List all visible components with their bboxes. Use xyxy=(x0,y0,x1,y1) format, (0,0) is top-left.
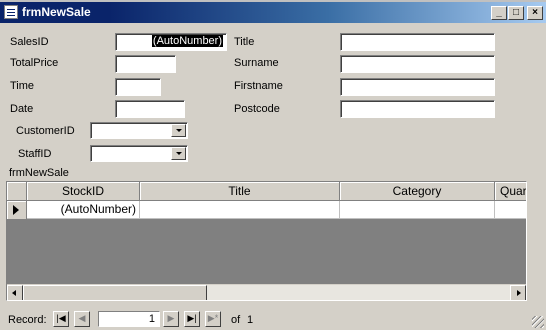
customerid-label: CustomerID xyxy=(16,125,75,137)
title-field[interactable] xyxy=(340,33,495,51)
subform-datasheet[interactable]: StockID Title Category Quar (AutoNumber) xyxy=(6,181,527,301)
staffid-label: StaffID xyxy=(18,148,52,160)
column-header-quantity[interactable]: Quar xyxy=(495,182,526,201)
time-label: Time xyxy=(10,80,35,92)
postcode-label: Postcode xyxy=(234,103,280,115)
record-navigation: Record: |◀ ◀ 1 ▶ ▶| ▶* of 1 xyxy=(0,311,546,330)
resize-grip-icon[interactable] xyxy=(532,316,544,328)
firstname-label: Firstname xyxy=(234,80,283,92)
of-label: of xyxy=(231,314,241,326)
cell-stockid[interactable]: (AutoNumber) xyxy=(27,201,140,219)
surname-label: Surname xyxy=(234,57,279,69)
current-record-input[interactable]: 1 xyxy=(98,311,160,327)
surname-field[interactable] xyxy=(340,55,495,73)
scroll-left-icon[interactable] xyxy=(7,285,23,300)
date-field[interactable] xyxy=(115,100,185,118)
title-label: Title xyxy=(234,36,255,48)
cell-title[interactable] xyxy=(140,201,340,219)
title-bar[interactable]: frmNewSale _ □ × xyxy=(0,2,546,23)
table-row[interactable]: (AutoNumber) xyxy=(7,201,526,219)
first-record-button[interactable]: |◀ xyxy=(53,311,69,327)
next-record-button[interactable]: ▶ xyxy=(163,311,179,327)
postcode-field[interactable] xyxy=(340,100,495,118)
cell-quantity[interactable] xyxy=(495,201,526,219)
totalprice-field[interactable] xyxy=(115,55,176,73)
firstname-field[interactable] xyxy=(340,78,495,96)
salesid-field[interactable]: (AutoNumber) xyxy=(115,33,227,51)
subform-label: frmNewSale xyxy=(9,167,69,179)
cell-category[interactable] xyxy=(340,201,495,219)
staffid-dropdown-icon[interactable] xyxy=(171,147,186,160)
last-record-button[interactable]: ▶| xyxy=(184,311,200,327)
maximize-button[interactable]: □ xyxy=(508,6,524,20)
totalprice-label: TotalPrice xyxy=(10,57,59,69)
salesid-value: (AutoNumber) xyxy=(151,35,223,47)
time-field[interactable] xyxy=(115,78,161,96)
previous-record-button[interactable]: ◀ xyxy=(74,311,90,327)
column-header-category[interactable]: Category xyxy=(340,182,495,201)
form-icon xyxy=(4,5,18,19)
minimize-button[interactable]: _ xyxy=(491,6,507,20)
column-header-stockid[interactable]: StockID xyxy=(27,182,140,201)
date-label: Date xyxy=(10,103,34,115)
salesid-label: SalesID xyxy=(10,36,49,48)
horizontal-scrollbar[interactable] xyxy=(7,284,526,300)
record-label: Record: xyxy=(8,314,47,326)
scroll-right-icon[interactable] xyxy=(510,285,526,300)
customerid-dropdown-icon[interactable] xyxy=(171,124,186,137)
record-selector-icon[interactable] xyxy=(7,201,27,219)
column-header-title[interactable]: Title xyxy=(140,182,340,201)
new-record-button[interactable]: ▶* xyxy=(205,311,221,327)
close-button[interactable]: × xyxy=(527,6,543,20)
scroll-thumb[interactable] xyxy=(23,285,207,300)
record-total: 1 xyxy=(247,314,254,326)
window-title: frmNewSale xyxy=(22,5,91,19)
staffid-combo[interactable] xyxy=(90,145,188,162)
corner-selector[interactable] xyxy=(7,182,27,201)
customerid-combo[interactable] xyxy=(90,122,188,139)
right-edge-panel xyxy=(527,23,546,330)
